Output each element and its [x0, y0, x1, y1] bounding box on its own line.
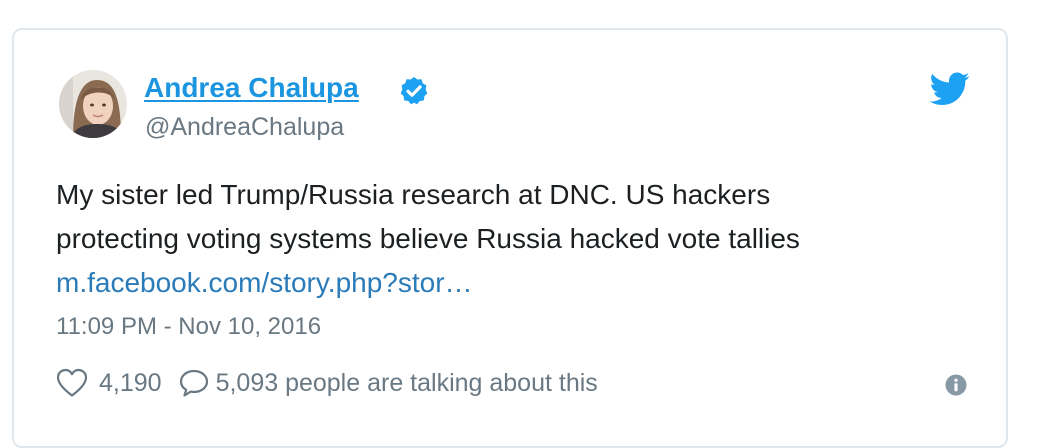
tweet-text-line: protecting voting systems believe Russia… — [56, 223, 800, 254]
talking-count: 5,093 people are talking about this — [215, 368, 598, 397]
like-count: 4,190 — [99, 368, 162, 397]
heart-icon — [56, 368, 88, 397]
display-name[interactable]: Andrea Chalupa — [144, 72, 359, 104]
avatar[interactable] — [59, 70, 127, 138]
tweet-text-line: My sister led Trump/Russia research at D… — [56, 179, 771, 210]
info-icon[interactable] — [945, 374, 967, 396]
action-bar: 4,190 5,093 people are talking about thi… — [56, 366, 598, 400]
twitter-bird-icon[interactable] — [930, 72, 970, 106]
user-handle[interactable]: @AndreaChalupa — [145, 113, 344, 142]
profile-photo — [59, 70, 127, 138]
reply-button[interactable]: 5,093 people are talking about this — [178, 368, 598, 398]
tweet-link[interactable]: m.facebook.com/story.php?stor… — [56, 267, 473, 298]
tweet-text: My sister led Trump/Russia research at D… — [56, 173, 956, 305]
speech-bubble-icon — [179, 369, 208, 397]
verified-badge-icon — [400, 77, 428, 105]
timestamp[interactable]: 11:09 PM - Nov 10, 2016 — [56, 313, 321, 341]
like-button[interactable]: 4,190 — [56, 368, 162, 398]
